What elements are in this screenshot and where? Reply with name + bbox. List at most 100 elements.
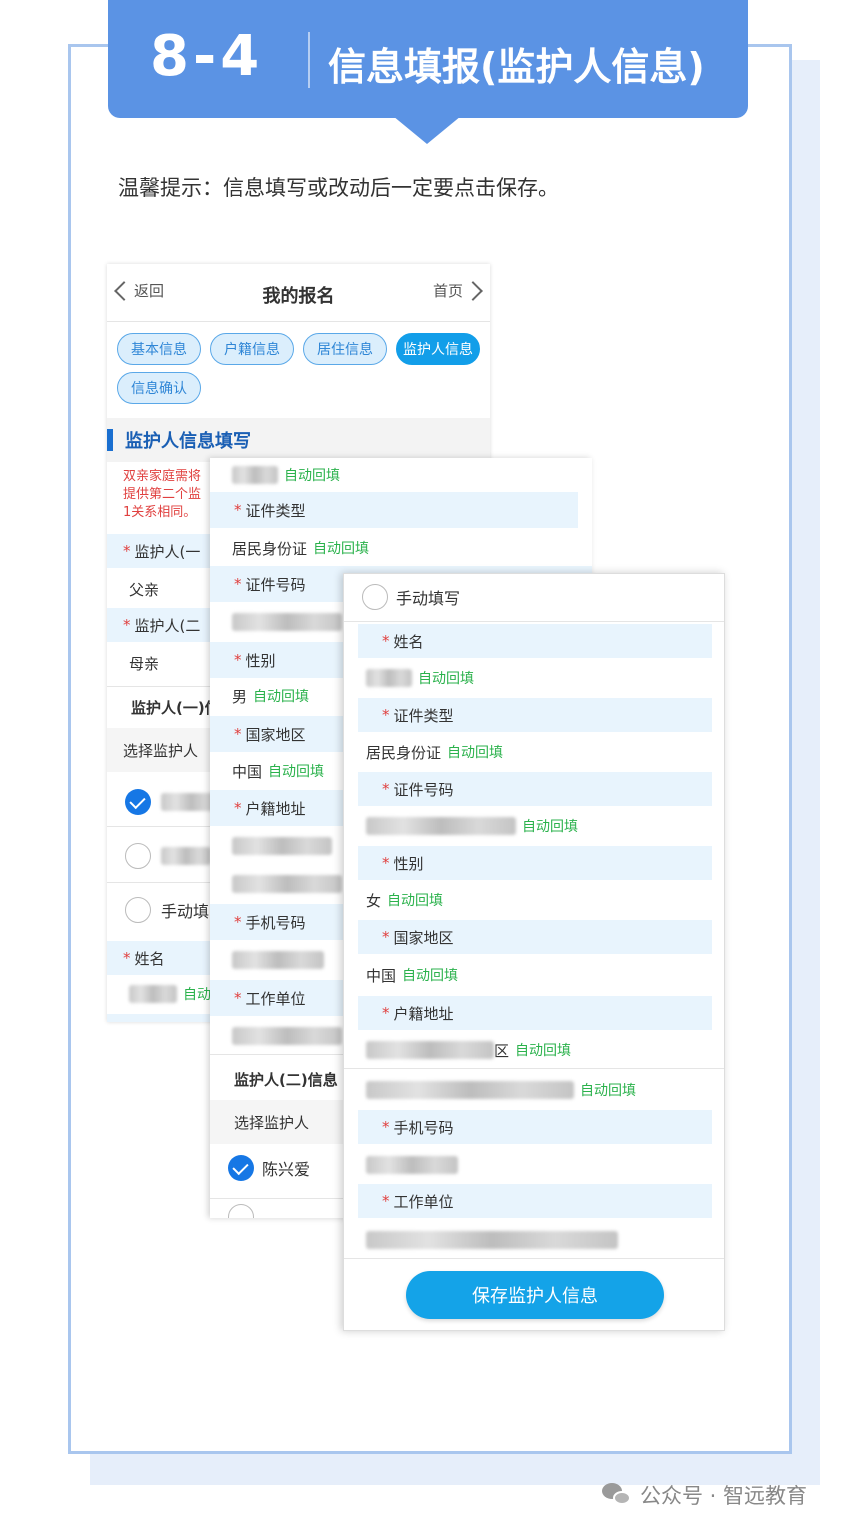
required-mark: * bbox=[123, 542, 131, 560]
field-label: 姓名 bbox=[393, 632, 424, 651]
tab-guardian-info[interactable]: 监护人信息 bbox=[396, 333, 480, 365]
field-label: 手机号码 bbox=[393, 1118, 454, 1137]
wechat-watermark: 公众号 · 智远教育 bbox=[602, 1480, 807, 1510]
field-value: 父亲 bbox=[129, 580, 160, 599]
hukou-label: * 户籍地址 bbox=[358, 996, 712, 1030]
hukou-detail-value[interactable]: 自动回填 bbox=[344, 1074, 724, 1106]
country-value[interactable]: 中国 自动回填 bbox=[344, 959, 724, 991]
auto-fill-tag: 自动回填 bbox=[253, 689, 310, 705]
auto-fill-tag: 自动回填 bbox=[268, 764, 325, 780]
field-label: 选择监护人 bbox=[234, 1113, 310, 1132]
gender-label: * 性别 bbox=[358, 846, 712, 880]
phone-value[interactable] bbox=[344, 1150, 724, 1180]
required-mark: * bbox=[382, 1118, 390, 1136]
id-type-value[interactable]: 居民身份证 自动回填 bbox=[210, 532, 592, 564]
radio-icon bbox=[125, 843, 151, 869]
wechat-icon bbox=[602, 1483, 632, 1507]
chevron-right-icon bbox=[463, 280, 483, 301]
field-label: 户籍地址 bbox=[245, 799, 306, 818]
field-value: 母亲 bbox=[129, 654, 160, 673]
divider bbox=[344, 621, 724, 622]
id-type-label: * 证件类型 bbox=[210, 492, 578, 528]
radio-icon bbox=[125, 897, 151, 923]
redacted-value bbox=[366, 1231, 618, 1249]
redacted-value bbox=[232, 875, 342, 893]
home-label: 首页 bbox=[432, 282, 463, 300]
required-mark: * bbox=[234, 501, 242, 519]
checked-radio-icon bbox=[228, 1155, 254, 1181]
tab-residence-info[interactable]: 居住信息 bbox=[303, 333, 387, 365]
name-value[interactable]: 自动回填 bbox=[210, 460, 592, 490]
field-label: 国家地区 bbox=[393, 928, 454, 947]
gender-value[interactable]: 女 自动回填 bbox=[344, 884, 724, 916]
district-suffix: 区 bbox=[494, 1041, 510, 1060]
auto-fill-tag: 自动回填 bbox=[447, 745, 504, 761]
watermark-text: 公众号 · 智远教育 bbox=[640, 1484, 808, 1508]
section-header: 监护人信息填写 bbox=[107, 418, 490, 462]
required-mark: * bbox=[382, 780, 390, 798]
field-label: 工作单位 bbox=[393, 1192, 454, 1211]
country-label: * 国家地区 bbox=[358, 920, 712, 954]
hukou-value[interactable]: 区 自动回填 bbox=[344, 1034, 724, 1066]
required-mark: * bbox=[123, 616, 131, 634]
checked-radio-icon bbox=[125, 789, 151, 815]
redacted-value bbox=[232, 613, 342, 631]
name-label: * 姓名 bbox=[358, 624, 712, 658]
field-label: 选择监护人 bbox=[123, 741, 199, 760]
radio-icon bbox=[362, 584, 388, 610]
auto-fill-tag: 自动回填 bbox=[284, 468, 340, 484]
field-value: 居民身份证 bbox=[232, 539, 308, 558]
redacted-value bbox=[232, 951, 324, 969]
redacted-value bbox=[366, 1156, 458, 1174]
redacted-value bbox=[366, 1041, 494, 1059]
id-type-value[interactable]: 居民身份证 自动回填 bbox=[344, 736, 724, 768]
redacted-value bbox=[366, 669, 412, 687]
field-label: 手机号码 bbox=[245, 913, 306, 932]
section-accent-bar bbox=[107, 429, 113, 451]
auto-fill-tag: 自动回填 bbox=[402, 968, 459, 984]
redacted-value bbox=[366, 817, 516, 835]
tab-basic-info[interactable]: 基本信息 bbox=[117, 333, 201, 365]
warning-text: 双亲家庭需将 提供第二个监 1关系相同。 bbox=[123, 468, 201, 522]
section-title: 监护人信息填写 bbox=[125, 431, 251, 452]
field-label: 证件号码 bbox=[393, 780, 454, 799]
tab-hukou-info[interactable]: 户籍信息 bbox=[210, 333, 294, 365]
id-type-label: * 证件类型 bbox=[358, 698, 712, 732]
required-mark: * bbox=[382, 928, 390, 946]
option-label: 手动填 bbox=[161, 902, 210, 921]
tab-confirm-info[interactable]: 信息确认 bbox=[117, 372, 201, 404]
redacted-value bbox=[366, 1081, 574, 1099]
field-label: 工作单位 bbox=[245, 989, 306, 1008]
guardian-name: 陈兴爱 bbox=[262, 1160, 311, 1179]
save-guardian-button[interactable]: 保存监护人信息 bbox=[406, 1271, 664, 1319]
step-title: 信息填报(监护人信息) bbox=[328, 45, 705, 89]
required-mark: * bbox=[234, 799, 242, 817]
nav-bar: 返回 我的报名 首页 bbox=[107, 264, 490, 322]
banner-arrow bbox=[393, 116, 461, 144]
home-button[interactable]: 首页 bbox=[432, 280, 483, 301]
section-subtitle: 监护人(一)信 bbox=[131, 698, 220, 717]
field-label: 姓名 bbox=[134, 949, 165, 968]
field-label: 证件类型 bbox=[393, 706, 454, 725]
manual-fill-option[interactable]: 手动填写 bbox=[344, 576, 724, 618]
field-label: 监护人(二 bbox=[134, 616, 201, 635]
redacted-value bbox=[232, 1027, 342, 1045]
auto-fill-tag: 自动回填 bbox=[522, 819, 578, 835]
field-label: 国家地区 bbox=[245, 725, 306, 744]
name-value[interactable]: 自动回填 bbox=[344, 662, 724, 694]
auto-fill-tag: 自动回填 bbox=[515, 1043, 572, 1059]
field-label: 监护人(一 bbox=[134, 542, 201, 561]
field-label: 证件号码 bbox=[245, 575, 306, 594]
id-number-label: * 证件号码 bbox=[358, 772, 712, 806]
radio-icon bbox=[228, 1204, 254, 1218]
field-value: 居民身份证 bbox=[366, 743, 442, 762]
banner-separator bbox=[308, 32, 310, 88]
required-mark: * bbox=[382, 854, 390, 872]
auto-fill-tag: 自动回填 bbox=[313, 541, 370, 557]
auto-fill-tag: 自动回填 bbox=[387, 893, 444, 909]
section-subtitle: 监护人(二)信息 bbox=[234, 1070, 338, 1089]
field-label: 性别 bbox=[245, 651, 276, 670]
work-value[interactable] bbox=[344, 1224, 724, 1256]
id-number-value[interactable]: 自动回填 bbox=[344, 810, 724, 842]
auto-fill-tag: 自动回填 bbox=[418, 671, 474, 687]
